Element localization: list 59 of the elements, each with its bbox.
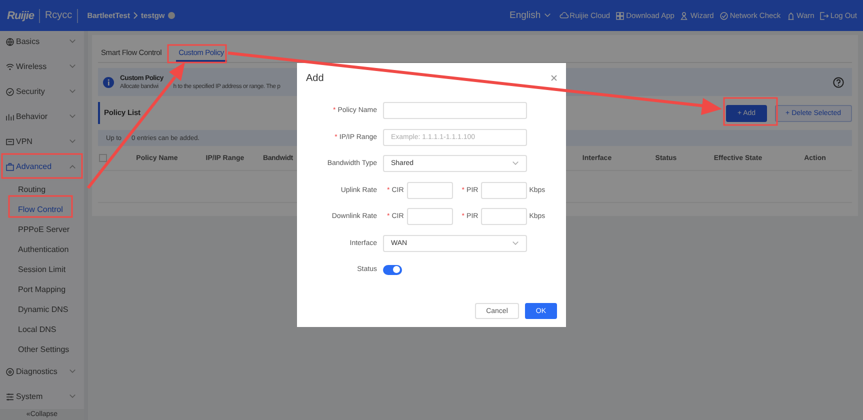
checkbox[interactable]	[99, 154, 107, 162]
close-icon[interactable]	[551, 75, 557, 81]
sidebar-item[interactable]: PPPoE Server	[0, 219, 84, 239]
chevron-icon	[512, 240, 519, 246]
target-icon	[5, 366, 15, 376]
highlight-frame	[167, 44, 227, 64]
chevron-icon	[69, 164, 76, 169]
chevron-icon	[69, 64, 76, 69]
highlight-frame	[723, 97, 778, 126]
sidebar-item[interactable]: Routing	[0, 179, 84, 199]
sidebar-item[interactable]: Flow Control	[0, 199, 84, 219]
sidebar-item[interactable]: Session Limit	[0, 259, 84, 279]
bell-icon	[786, 10, 796, 20]
grid-icon	[615, 10, 626, 20]
check-icon	[5, 86, 15, 96]
sidebar-item[interactable]: Local DNS	[0, 319, 84, 339]
sidebar-group[interactable]: Wireless	[0, 54, 84, 79]
chevron-icon	[69, 114, 76, 119]
sidebar-group[interactable]: Basics	[0, 29, 84, 54]
input-field[interactable]	[383, 102, 527, 119]
cloud-icon	[558, 10, 569, 20]
chevron-icon	[69, 394, 76, 399]
sidebar-group[interactable]: Security	[0, 79, 84, 104]
chevron-icon	[132, 12, 138, 19]
input-field[interactable]	[481, 182, 528, 198]
toggle-switch[interactable]	[383, 264, 402, 274]
bar-chart-icon	[5, 112, 15, 122]
sidebar-group[interactable]: VPN	[0, 129, 84, 154]
chevron-icon	[69, 89, 76, 94]
input-field[interactable]	[406, 182, 453, 198]
highlight-frame	[8, 195, 73, 218]
sliders-icon	[5, 392, 15, 402]
sidebar-item[interactable]: Authentication	[0, 239, 84, 259]
chevron-icon	[69, 139, 76, 144]
input-field[interactable]	[406, 208, 453, 225]
screen-icon	[5, 136, 15, 146]
input-field[interactable]	[481, 208, 528, 225]
sidebar-group[interactable]: Diagnostics	[0, 359, 84, 384]
chevron-icon	[69, 369, 76, 374]
briefcase-icon	[5, 162, 15, 172]
chevron-icon	[512, 161, 519, 166]
wifi-icon	[5, 62, 15, 72]
logo: Rcycc	[44, 10, 72, 21]
sidebar-group[interactable]: Advanced	[0, 154, 84, 179]
sidebar-item[interactable]: Other Settings	[0, 339, 84, 359]
sidebar-group[interactable]: System	[0, 384, 84, 409]
chevron-icon	[69, 39, 76, 44]
person-icon	[679, 10, 690, 20]
dialog-title: Add	[306, 72, 324, 84]
logout-icon	[819, 10, 830, 20]
chevron-icon	[544, 13, 551, 18]
check-icon	[718, 10, 729, 20]
sidebar-item[interactable]: Port Mapping	[0, 279, 84, 299]
help-icon[interactable]	[833, 76, 844, 88]
globe-icon	[5, 36, 15, 46]
logo: Ruijie	[7, 10, 34, 22]
sidebar-item[interactable]: Dynamic DNS	[0, 299, 84, 319]
language-menu[interactable]: English	[509, 10, 551, 21]
sidebar-group[interactable]: Behavior	[0, 104, 84, 129]
